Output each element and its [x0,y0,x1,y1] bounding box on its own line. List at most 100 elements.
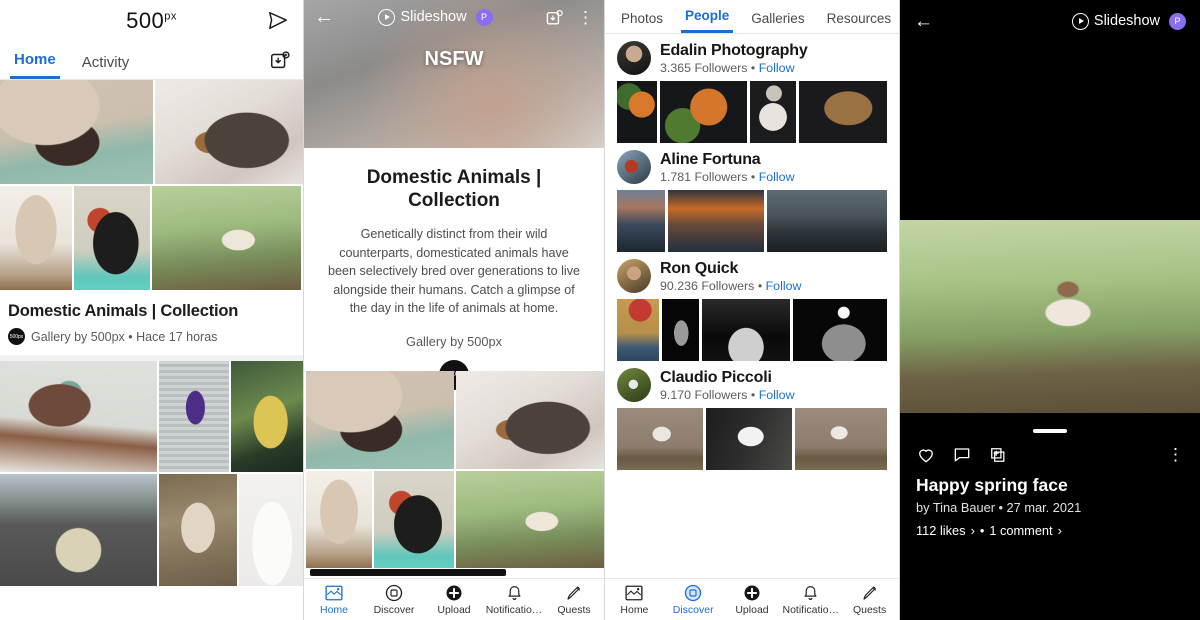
photo-running-dog-forest[interactable] [152,186,301,290]
save-collection-icon[interactable] [545,8,564,27]
back-button[interactable]: ← [914,12,933,31]
photo-tent-on-road[interactable] [0,474,158,586]
nav-discover[interactable]: Discover [364,584,424,616]
photo-title: Happy spring face [916,475,1068,495]
photo-moody-mountain[interactable] [766,190,887,252]
photo-bw-stage-piano[interactable] [701,299,790,361]
kebab-menu-icon[interactable]: ⋮ [577,9,594,26]
photo-woman-at-table[interactable] [0,361,158,472]
tab-activity[interactable]: Activity [78,54,134,79]
tab-home[interactable]: Home [10,51,60,79]
photo-portrait-woman-branches[interactable] [159,474,237,586]
photo-bw-streetlamp[interactable] [792,299,887,361]
pro-badge-icon: P [1169,12,1186,30]
photo-white-pomeranian[interactable] [238,474,303,586]
add-to-gallery-icon[interactable] [988,445,1008,465]
separator-dot: • [750,169,756,184]
nav-notifications[interactable]: Notificatio… [484,584,544,616]
photo-dogs-on-bed[interactable] [154,80,303,184]
chevron-right-icon[interactable]: › [971,523,975,538]
kebab-menu-icon[interactable]: ⋮ [1167,445,1184,465]
bell-icon [802,584,820,602]
send-icon[interactable] [267,10,289,32]
photo-border-collie-2[interactable] [795,408,887,470]
nav-quests[interactable]: Quests [544,584,604,616]
photo-running-dog-forest[interactable] [455,471,604,568]
follow-button[interactable]: Follow [766,279,802,293]
user-name[interactable]: Ron Quick [660,260,801,278]
photo-black-schnauzer[interactable] [373,471,454,568]
photo-walnut-crate[interactable] [799,81,887,143]
nav-notifications[interactable]: Notificatio… [781,584,840,616]
separator-dot: • [750,60,756,75]
user-name[interactable]: Aline Fortuna [660,151,795,169]
comment-icon[interactable] [952,445,972,465]
photo-bw-vase[interactable] [662,299,699,361]
panel-discover-people: Photos People Galleries Resources Edalin… [605,0,900,620]
photo-cat-on-shoulder[interactable] [306,371,454,469]
comments-count[interactable]: 1 comment [989,523,1052,538]
nav-upload[interactable]: Upload [424,584,484,616]
photo-berry-bowl[interactable] [749,81,797,143]
nav-discover[interactable]: Discover [664,584,723,616]
photo-running-dog-forest[interactable] [900,220,1200,413]
panel-home-feed: 500px Home Activity Domestic Animals | C… [0,0,304,620]
follow-button[interactable]: Follow [759,61,795,75]
heart-icon[interactable] [916,445,936,465]
tab-galleries[interactable]: Galleries [747,11,808,33]
user-meta: 3.365 Followers • Follow [660,61,808,75]
likes-count[interactable]: 112 likes [916,523,966,538]
avatar[interactable] [617,368,651,402]
photo-black-schnauzer[interactable] [74,186,150,290]
user-header[interactable]: Aline Fortuna 1.781 Followers • Follow [617,150,887,184]
photo-borzoi-dog[interactable] [0,186,72,290]
avatar[interactable] [617,41,651,75]
tab-photos[interactable]: Photos [617,11,667,33]
upload-icon [445,584,463,602]
nav-label: Upload [437,603,471,616]
user-name[interactable]: Claudio Piccoli [660,369,795,387]
scrollbar-thumb[interactable] [310,569,506,576]
user-header[interactable]: Claudio Piccoli 9.170 Followers • Follow [617,368,887,402]
photo-woman-yellow-leaves[interactable] [230,361,303,472]
tab-resources[interactable]: Resources [823,11,896,33]
nav-home[interactable]: Home [605,584,664,616]
photo-coastal-dusk[interactable] [617,190,665,252]
photo-border-collie-1[interactable] [617,408,704,470]
avatar[interactable] [617,259,651,293]
chevron-right-icon[interactable]: › [1058,523,1062,538]
gallery-topbar-actions: ⋮ [545,8,594,27]
quests-icon [861,584,879,602]
back-button[interactable]: ← [314,7,334,27]
user-header[interactable]: Ron Quick 90.236 Followers • Follow [617,259,887,293]
slideshow-button[interactable]: Slideshow P [378,8,493,26]
slideshow-button[interactable]: Slideshow P [1071,12,1186,30]
feed-card-title[interactable]: Domestic Animals | Collection [8,302,295,321]
play-icon [1071,12,1089,30]
follow-button[interactable]: Follow [759,170,795,184]
save-collection-icon[interactable] [269,49,291,71]
photo-pumpkin-soup[interactable] [659,81,747,143]
follow-button[interactable]: Follow [759,388,795,402]
tab-people[interactable]: People [681,8,734,33]
nav-home[interactable]: Home [304,584,364,616]
photo-soup-bowls-dark[interactable] [617,81,657,143]
photo-sunset-mountain[interactable] [667,190,764,252]
avatar[interactable] [617,150,651,184]
photo-man-purple-jacket[interactable] [159,361,229,472]
user-header[interactable]: Edalin Photography 3.365 Followers • Fol… [617,41,887,75]
user-name[interactable]: Edalin Photography [660,42,808,60]
bottom-nav: Home Discover Upload Notificatio… Quests [304,578,604,620]
follower-count: 9.170 Followers [660,387,748,402]
nav-quests[interactable]: Quests [840,584,899,616]
viewer-topbar: ← Slideshow P [900,0,1200,42]
photo-borzoi-dog[interactable] [306,471,372,568]
play-icon [378,8,396,26]
separator-dot: • [750,387,756,402]
photo-cat-on-shoulder[interactable] [0,80,153,184]
nav-upload[interactable]: Upload [723,584,782,616]
photo-red-lamp-interior[interactable] [617,299,660,361]
photo-border-collie-bw[interactable] [706,408,793,470]
logo-text: 500 [126,8,165,33]
photo-dogs-on-bed[interactable] [455,371,604,469]
